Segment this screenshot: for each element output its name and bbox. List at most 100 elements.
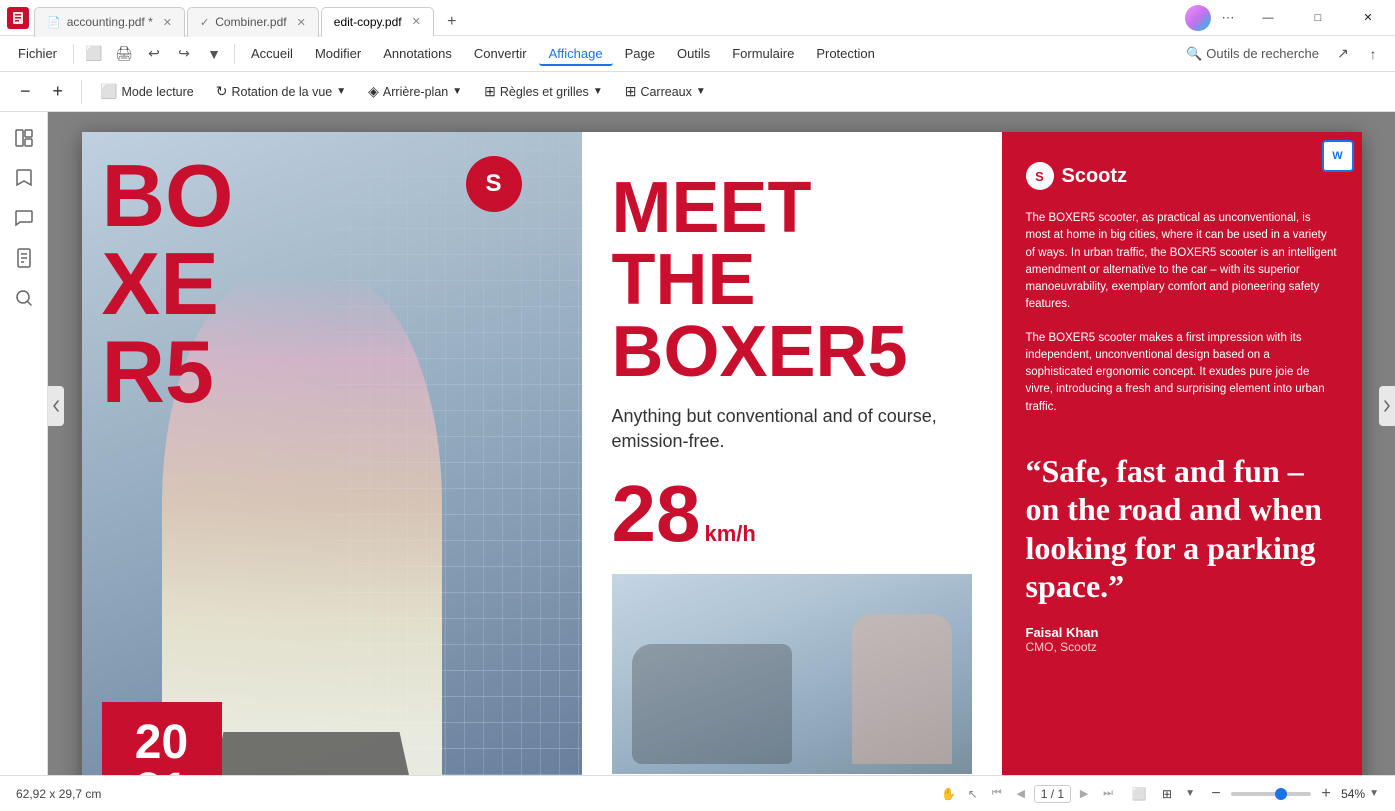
zoom-value-label: 54% — [1341, 787, 1365, 801]
scootz-logo-icon: S — [1026, 162, 1054, 190]
redo-button[interactable]: ↪ — [170, 40, 198, 68]
menu-convertir[interactable]: Convertir — [464, 41, 537, 66]
view-toggle-button[interactable]: ⬜ Mode lecture — [92, 79, 202, 104]
current-page-input[interactable]: 1 / 1 — [1034, 785, 1071, 803]
search-icon: 🔍 — [1186, 46, 1202, 62]
toolbar: − + ⬜ Mode lecture ↻ Rotation de la vue … — [0, 72, 1395, 112]
hand-tool-button[interactable]: ✋ — [938, 783, 960, 805]
pdf-right-section: W S Scootz The BOXER5 scooter, as practi… — [1002, 132, 1362, 775]
menu-fichier[interactable]: Fichier — [8, 41, 67, 66]
pdf-middle-section: MEET THE BOXER5 Anything but conventiona… — [582, 132, 1002, 775]
print-icon-button[interactable]: 🖨 — [110, 40, 138, 68]
panel-btn-search[interactable] — [6, 280, 42, 316]
pdf-tagline: Anything but conventional and of course,… — [612, 404, 972, 454]
tab-icon: 📄 — [47, 16, 61, 29]
tiles-icon: ⊞ — [625, 83, 637, 100]
last-page-button[interactable]: ⏭ — [1097, 783, 1119, 805]
menu-bar: Fichier ⬜ 🖨 ↩ ↪ ▼ Accueil Modifier Annot… — [0, 36, 1395, 72]
panel-btn-comment[interactable] — [6, 200, 42, 236]
year-line1: 20 — [135, 719, 188, 767]
zoom-slider-thumb[interactable] — [1275, 788, 1287, 800]
select-tool-button[interactable]: ↖ — [962, 783, 984, 805]
save-icon-button[interactable]: ⬜ — [80, 40, 108, 68]
tab-close-editcopy[interactable]: ✕ — [412, 15, 421, 28]
panel-btn-attachment[interactable] — [6, 240, 42, 276]
pdf-year-box: 20 21 — [102, 702, 222, 775]
tab-editcopy[interactable]: edit-copy.pdf ✕ — [321, 7, 434, 37]
pdf-author-title: CMO, Scootz — [1026, 640, 1338, 654]
cloud-button[interactable]: ↑ — [1359, 40, 1387, 68]
tab-close-combiner[interactable]: ✕ — [297, 16, 306, 29]
background-dropdown-icon: ▼ — [452, 86, 462, 97]
menu-formulaire[interactable]: Formulaire — [722, 41, 804, 66]
status-right: ✋ ↖ ⏮ ◀ 1 / 1 ▶ ⏭ ⬜ ⊞ ▼ − + 54% ▼ — [938, 782, 1379, 806]
zoom-in-status-button[interactable]: + — [1315, 783, 1337, 805]
pdf-speed-box: 28 km/h — [612, 474, 972, 554]
maximize-button[interactable]: □ — [1295, 0, 1341, 36]
tiles-button[interactable]: ⊞ Carreaux ▼ — [617, 79, 714, 104]
tab-icon: ✓ — [200, 16, 209, 29]
pdf-author: Faisal Khan — [1026, 625, 1338, 640]
dropdown-button[interactable]: ▼ — [200, 40, 228, 68]
tab-label: accounting.pdf * — [67, 15, 153, 29]
zoom-in-button[interactable]: + — [45, 77, 72, 106]
first-page-button[interactable]: ⏮ — [986, 783, 1008, 805]
add-tab-button[interactable]: + — [438, 8, 466, 36]
minimize-button[interactable]: — — [1245, 0, 1291, 36]
logo-letter: S — [485, 170, 501, 198]
speed-number: 28 — [612, 474, 701, 554]
zoom-dropdown[interactable]: ▼ — [1369, 788, 1379, 799]
status-bar: 62,92 x 29,7 cm ✋ ↖ ⏮ ◀ 1 / 1 ▶ ⏭ ⬜ ⊞ ▼ … — [0, 775, 1395, 811]
tab-combiner[interactable]: ✓ Combiner.pdf ✕ — [187, 7, 319, 37]
document-dimensions: 62,92 x 29,7 cm — [16, 787, 101, 801]
right-panel-toggle[interactable] — [1379, 386, 1395, 426]
panel-btn-panels[interactable] — [6, 120, 42, 156]
rules-icon: ⊞ — [484, 83, 496, 100]
zoom-slider[interactable] — [1231, 792, 1311, 796]
app-logo — [7, 7, 29, 29]
menu-modifier[interactable]: Modifier — [305, 41, 371, 66]
rotation-button[interactable]: ↻ Rotation de la vue ▼ — [208, 79, 354, 104]
tab-close-accounting[interactable]: ✕ — [163, 16, 172, 29]
boxer-title-line2: XE — [102, 240, 234, 328]
search-tools-label[interactable]: Outils de recherche — [1206, 46, 1319, 61]
background-button[interactable]: ◈ Arrière-plan ▼ — [360, 79, 470, 104]
zoom-out-button[interactable]: − — [12, 77, 39, 106]
scooter-photo-bg — [612, 574, 972, 774]
page-navigation: ✋ ↖ ⏮ ◀ 1 / 1 ▶ ⏭ — [938, 783, 1119, 805]
menu-annotations[interactable]: Annotations — [373, 41, 462, 66]
menu-outils[interactable]: Outils — [667, 41, 720, 66]
undo-button[interactable]: ↩ — [140, 40, 168, 68]
left-panel-toggle[interactable] — [48, 386, 64, 426]
rules-label: Règles et grilles — [500, 85, 589, 99]
menu-accueil[interactable]: Accueil — [241, 41, 303, 66]
view-mode-button[interactable]: ⊞ — [1155, 782, 1179, 806]
menu-protection[interactable]: Protection — [806, 41, 885, 66]
tab-accounting[interactable]: 📄 accounting.pdf * ✕ — [34, 7, 185, 37]
scootz-icon-letter: S — [1035, 169, 1044, 184]
rules-button[interactable]: ⊞ Règles et grilles ▼ — [476, 79, 611, 104]
close-button[interactable]: ✕ — [1345, 0, 1391, 36]
panel-btn-bookmark[interactable] — [6, 160, 42, 196]
next-page-button[interactable]: ▶ — [1073, 783, 1095, 805]
tab-label: Combiner.pdf — [215, 15, 286, 29]
meet-title: MEET THE BOXER5 — [612, 172, 972, 388]
minus-icon: − — [20, 81, 31, 102]
share-button[interactable]: ↗ — [1329, 40, 1357, 68]
menu-separator — [73, 44, 74, 64]
user-avatar[interactable] — [1185, 5, 1211, 31]
zoom-out-status-button[interactable]: − — [1205, 783, 1227, 805]
pdf-desc2: The BOXER5 scooter makes a first impress… — [1026, 330, 1338, 416]
meet-title-line2: BOXER5 — [612, 312, 908, 392]
prev-page-button[interactable]: ◀ — [1010, 783, 1032, 805]
view-dropdown[interactable]: ▼ — [1183, 787, 1197, 801]
menu-affichage[interactable]: Affichage — [539, 41, 613, 66]
speed-unit: km/h — [704, 521, 755, 547]
menu-page[interactable]: Page — [615, 41, 665, 66]
scootz-logo: S Scootz — [1026, 162, 1338, 190]
fit-page-button[interactable]: ⬜ — [1127, 782, 1151, 806]
tab-list: 📄 accounting.pdf * ✕ ✓ Combiner.pdf ✕ ed… — [34, 0, 466, 36]
meet-title-line1: MEET THE — [612, 168, 812, 320]
more-options-button[interactable]: ⋯ — [1215, 5, 1241, 31]
tiles-label: Carreaux — [640, 85, 691, 99]
